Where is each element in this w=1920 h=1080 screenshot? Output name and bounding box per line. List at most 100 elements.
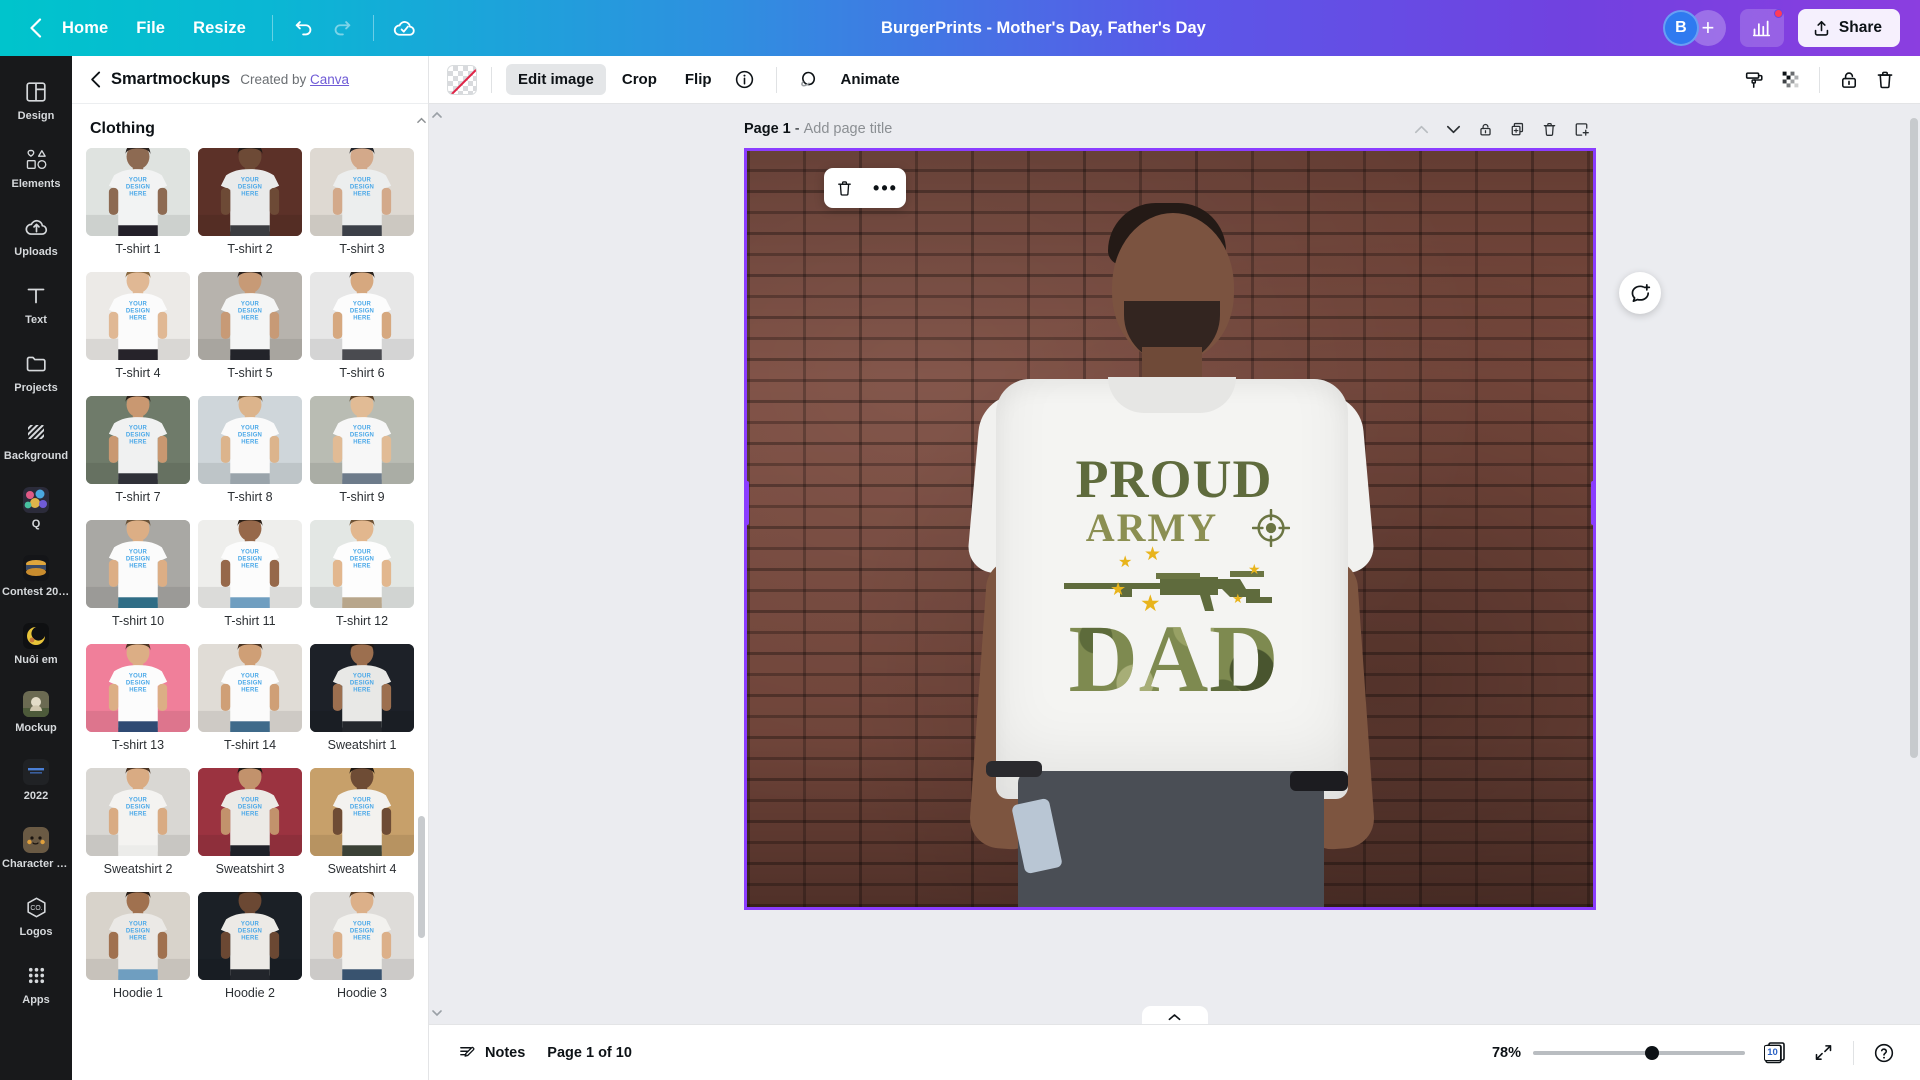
page-indicator[interactable]: Page 1 of 10: [536, 1038, 643, 1068]
delete-element-icon[interactable]: [830, 173, 860, 203]
mockup-thumbnail[interactable]: YOUR DESIGN HERE: [310, 644, 414, 732]
mockup-thumbnail[interactable]: YOUR DESIGN HERE: [86, 396, 190, 484]
delete-icon[interactable]: [1868, 63, 1902, 97]
move-page-down-icon[interactable]: [1438, 115, 1468, 143]
zoom-slider-thumb[interactable]: [1644, 1045, 1659, 1060]
mockup-item[interactable]: YOUR DESIGN HERE T-shirt 8: [198, 396, 302, 514]
transparency-icon[interactable]: [1773, 63, 1807, 97]
sidebar-item-logos[interactable]: CO. Logos: [0, 882, 72, 950]
mockup-item[interactable]: YOUR DESIGN HERE T-shirt 13: [86, 644, 190, 762]
mockup-thumbnail[interactable]: YOUR DESIGN HERE: [198, 520, 302, 608]
sidebar-item-elements[interactable]: Elements: [0, 134, 72, 202]
panel-scrollbar[interactable]: [417, 116, 426, 1066]
sidebar-item-design[interactable]: Design: [0, 66, 72, 134]
collapse-panel-button[interactable]: [1141, 1006, 1208, 1024]
scroll-down-icon[interactable]: [432, 1008, 442, 1018]
sidebar-item-mockup[interactable]: Mockup: [0, 678, 72, 746]
mockup-thumbnail[interactable]: YOUR DESIGN HERE: [198, 768, 302, 856]
mockup-item[interactable]: YOUR DESIGN HERE T-shirt 14: [198, 644, 302, 762]
mockup-item[interactable]: YOUR DESIGN HERE T-shirt 7: [86, 396, 190, 514]
design-page[interactable]: PROUD ARMY ★ ★ ★ ★ ★ ★ DAD: [744, 148, 1596, 910]
sidebar-item-nuoi-em[interactable]: Nuôi em: [0, 610, 72, 678]
canvas-scrollbar[interactable]: [1910, 108, 1918, 1016]
mockup-thumbnail[interactable]: YOUR DESIGN HERE: [310, 768, 414, 856]
mockup-item[interactable]: YOUR DESIGN HERE T-shirt 1: [86, 148, 190, 266]
menu-home[interactable]: Home: [48, 12, 122, 45]
mockup-thumbnail[interactable]: YOUR DESIGN HERE: [198, 644, 302, 732]
mockup-item[interactable]: YOUR DESIGN HERE T-shirt 11: [198, 520, 302, 638]
no-color-swatch[interactable]: [447, 64, 477, 95]
mockup-item[interactable]: YOUR DESIGN HERE T-shirt 10: [86, 520, 190, 638]
sidebar-item-projects[interactable]: Projects: [0, 338, 72, 406]
sidebar-item-contest-2022[interactable]: Contest 2022: [0, 542, 72, 610]
mockup-thumbnail[interactable]: YOUR DESIGN HERE: [310, 148, 414, 236]
edit-image-button[interactable]: Edit image: [506, 64, 606, 95]
mockup-thumbnail[interactable]: YOUR DESIGN HERE: [198, 396, 302, 484]
help-button[interactable]: [1866, 1036, 1902, 1070]
mockup-thumbnail[interactable]: YOUR DESIGN HERE: [86, 892, 190, 980]
lock-icon[interactable]: [1832, 63, 1866, 97]
mockup-thumbnail[interactable]: YOUR DESIGN HERE: [86, 272, 190, 360]
mockup-item[interactable]: YOUR DESIGN HERE Sweatshirt 4: [310, 768, 414, 886]
sidebar-item-q[interactable]: Q: [0, 474, 72, 542]
avatar[interactable]: B: [1662, 10, 1699, 46]
mockup-item[interactable]: YOUR DESIGN HERE T-shirt 9: [310, 396, 414, 514]
flip-button[interactable]: Flip: [673, 64, 724, 95]
mockup-item[interactable]: YOUR DESIGN HERE T-shirt 12: [310, 520, 414, 638]
mockup-item[interactable]: YOUR DESIGN HERE Sweatshirt 3: [198, 768, 302, 886]
mockup-thumbnail[interactable]: YOUR DESIGN HERE: [198, 272, 302, 360]
notes-button[interactable]: Notes: [447, 1036, 536, 1069]
mockup-thumbnail[interactable]: YOUR DESIGN HERE: [310, 892, 414, 980]
move-page-up-icon[interactable]: [1406, 115, 1436, 143]
zoom-level[interactable]: 78%: [1479, 1045, 1521, 1061]
copy-style-icon[interactable]: [1737, 63, 1771, 97]
selection-edge-right[interactable]: [1591, 481, 1593, 525]
crop-button[interactable]: Crop: [610, 64, 669, 95]
sidebar-item-text[interactable]: Text: [0, 270, 72, 338]
mockup-thumbnail[interactable]: YOUR DESIGN HERE: [86, 768, 190, 856]
sidebar-item-uploads[interactable]: Uploads: [0, 202, 72, 270]
sidebar-item-background[interactable]: Background: [0, 406, 72, 474]
duplicate-page-icon[interactable]: [1502, 115, 1532, 143]
page-title-input[interactable]: Add page title: [804, 121, 893, 137]
mockup-thumbnail[interactable]: YOUR DESIGN HERE: [310, 272, 414, 360]
undo-icon[interactable]: [285, 9, 323, 47]
mockup-thumbnail[interactable]: YOUR DESIGN HERE: [198, 892, 302, 980]
mockup-item[interactable]: YOUR DESIGN HERE Hoodie 2: [198, 892, 302, 1010]
redo-icon[interactable]: [323, 9, 361, 47]
zoom-slider[interactable]: [1533, 1044, 1745, 1062]
mockup-item[interactable]: YOUR DESIGN HERE T-shirt 5: [198, 272, 302, 390]
mockup-item[interactable]: YOUR DESIGN HERE Sweatshirt 2: [86, 768, 190, 886]
mockup-item[interactable]: YOUR DESIGN HERE Hoodie 1: [86, 892, 190, 1010]
mockup-item[interactable]: YOUR DESIGN HERE Sweatshirt 1: [310, 644, 414, 762]
fullscreen-button[interactable]: [1805, 1036, 1841, 1070]
back-icon[interactable]: [22, 11, 48, 45]
more-options-icon[interactable]: •••: [871, 173, 901, 203]
mockup-item[interactable]: YOUR DESIGN HERE T-shirt 2: [198, 148, 302, 266]
mockup-item[interactable]: YOUR DESIGN HERE T-shirt 3: [310, 148, 414, 266]
scroll-up-icon[interactable]: [417, 116, 426, 125]
mockup-thumbnail[interactable]: YOUR DESIGN HERE: [198, 148, 302, 236]
mockup-thumbnail[interactable]: YOUR DESIGN HERE: [310, 520, 414, 608]
sidebar-item-2022[interactable]: 2022: [0, 746, 72, 814]
mockup-item[interactable]: YOUR DESIGN HERE T-shirt 4: [86, 272, 190, 390]
panel-scroll-thumb[interactable]: [418, 816, 425, 938]
menu-file[interactable]: File: [122, 12, 179, 45]
sidebar-item-character-b[interactable]: Character B...: [0, 814, 72, 882]
selection-edge-left[interactable]: [747, 481, 749, 525]
share-button[interactable]: Share: [1797, 9, 1900, 47]
mockup-item[interactable]: YOUR DESIGN HERE T-shirt 6: [310, 272, 414, 390]
mockup-thumbnail[interactable]: YOUR DESIGN HERE: [310, 396, 414, 484]
lock-page-icon[interactable]: [1470, 115, 1500, 143]
mockup-thumbnail[interactable]: YOUR DESIGN HERE: [86, 644, 190, 732]
delete-page-icon[interactable]: [1534, 115, 1564, 143]
animate-button[interactable]: Animate: [829, 64, 912, 95]
mockup-thumbnail[interactable]: YOUR DESIGN HERE: [86, 520, 190, 608]
cloud-saved-icon[interactable]: [386, 9, 424, 47]
animate-icon[interactable]: [791, 63, 825, 97]
document-title[interactable]: BurgerPrints - Mother's Day, Father's Da…: [869, 13, 1218, 44]
menu-resize[interactable]: Resize: [179, 12, 260, 45]
pages-button[interactable]: 10: [1757, 1036, 1793, 1070]
info-icon[interactable]: [728, 63, 762, 97]
panel-back-icon[interactable]: [90, 71, 101, 88]
